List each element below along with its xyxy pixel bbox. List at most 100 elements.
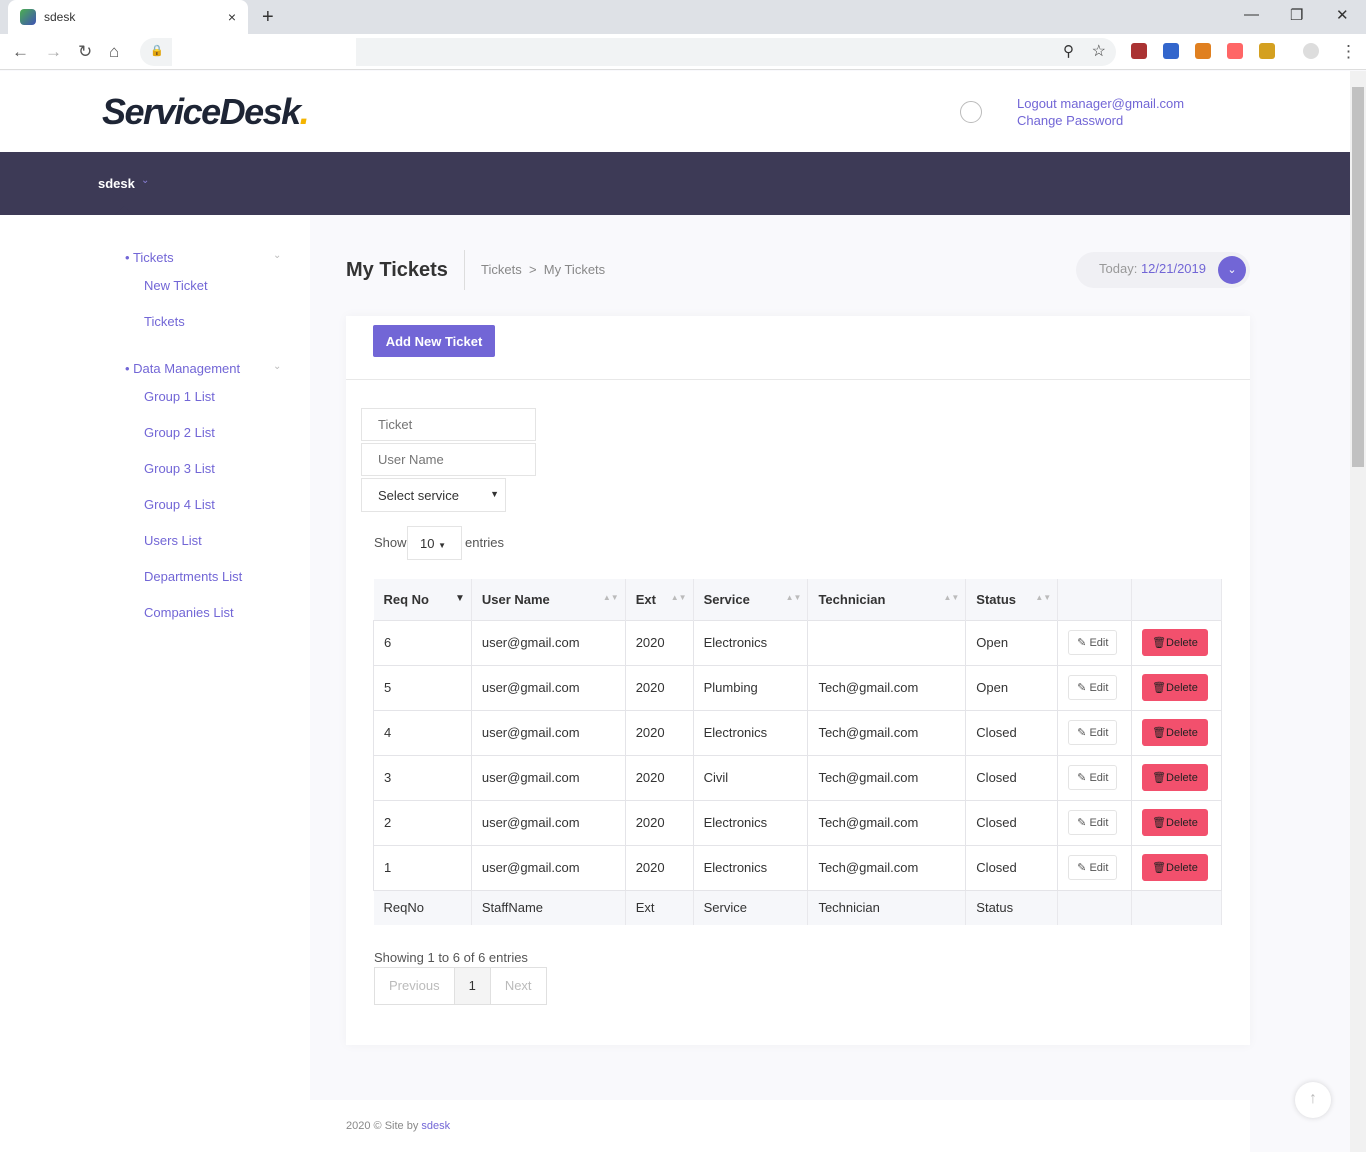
pencil-icon: ✎ xyxy=(1077,727,1087,739)
notification-icon[interactable] xyxy=(960,101,982,123)
maximize-button[interactable]: ❐ xyxy=(1290,6,1303,24)
breadcrumb-tickets[interactable]: Tickets xyxy=(481,262,522,277)
edit-button[interactable]: ✎ Edit xyxy=(1068,675,1118,700)
table-cell: Closed xyxy=(965,844,1059,891)
column-header[interactable]: User Name ▲▼ xyxy=(471,579,626,620)
sidebar-item-group-2[interactable]: Group 2 List xyxy=(144,425,215,440)
footer-cell: Service xyxy=(693,890,809,925)
footer-cell: Technician xyxy=(807,890,967,925)
delete-button[interactable]: 🗑Delete xyxy=(1142,719,1208,746)
download-extension-icon[interactable] xyxy=(1195,43,1211,59)
zoom-icon[interactable]: ⚲ xyxy=(1063,42,1074,60)
breadcrumb: Tickets > My Tickets xyxy=(481,262,606,277)
add-new-ticket-button[interactable]: Add New Ticket xyxy=(373,325,495,357)
show-label: Show xyxy=(374,535,407,550)
extension-icon[interactable] xyxy=(1259,43,1275,59)
edit-button[interactable]: ✎ Edit xyxy=(1068,810,1118,835)
tab-title: sdesk xyxy=(44,10,76,24)
sidebar-item-group-4[interactable]: Group 4 List xyxy=(144,497,215,512)
browser-tab[interactable]: sdesk × xyxy=(8,0,248,34)
footer-cell xyxy=(1131,890,1222,925)
extension-icon[interactable] xyxy=(1163,43,1179,59)
table-row: 3 user@gmail.com 2020 Civil Tech@gmail.com Cl… xyxy=(373,754,1222,801)
logout-link[interactable]: Logout manager@gmail.com xyxy=(1017,95,1184,112)
column-header[interactable]: Req No ▼ xyxy=(373,579,472,620)
tickets-card: Add New Ticket Select service▼ Show 10 ▼… xyxy=(346,316,1250,1045)
extension-icon[interactable] xyxy=(1227,43,1243,59)
new-tab-button[interactable]: + xyxy=(262,6,274,29)
delete-button[interactable]: 🗑Delete xyxy=(1142,674,1208,701)
home-icon[interactable]: ⌂ xyxy=(109,42,119,62)
chevron-down-icon[interactable]: ⌄ xyxy=(1218,256,1246,284)
address-bar[interactable]: 🔒 ⚲ ☆ xyxy=(140,38,1116,66)
table-cell: Tech@gmail.com xyxy=(807,844,967,891)
pencil-icon: ✎ xyxy=(1077,637,1087,649)
table-cell: Tech@gmail.com xyxy=(807,799,967,846)
table-cell: Tech@gmail.com xyxy=(807,754,967,801)
chevron-down-icon[interactable]: ⌄ xyxy=(141,175,149,186)
ticket-filter-input[interactable] xyxy=(361,408,536,441)
column-header[interactable]: Service ▲▼ xyxy=(693,579,809,620)
sidebar-item-group-3[interactable]: Group 3 List xyxy=(144,461,215,476)
previous-button[interactable]: Previous xyxy=(375,968,455,1004)
change-password-link[interactable]: Change Password xyxy=(1017,112,1184,129)
delete-button[interactable]: 🗑Delete xyxy=(1142,764,1208,791)
table-cell: 2020 xyxy=(624,844,694,891)
delete-button[interactable]: 🗑Delete xyxy=(1142,629,1208,656)
sidebar-item-new-ticket[interactable]: New Ticket xyxy=(144,278,208,293)
tab-close-icon[interactable]: × xyxy=(228,9,236,25)
column-header[interactable]: Ext ▲▼ xyxy=(625,579,694,620)
top-navbar: sdesk ⌄ xyxy=(0,152,1350,235)
sidebar-item-companies[interactable]: Companies List xyxy=(144,605,234,620)
pencil-icon: ✎ xyxy=(1077,817,1087,829)
table-cell: 4 xyxy=(373,709,472,756)
table-row: 4 user@gmail.com 2020 Electronics Tech@gmail… xyxy=(373,709,1222,756)
table-cell: 2020 xyxy=(624,619,694,666)
pdf-extension-icon[interactable] xyxy=(1131,43,1147,59)
scrollbar[interactable] xyxy=(1350,71,1366,1152)
table-row: 2 user@gmail.com 2020 Electronics Tech@gmail… xyxy=(373,799,1222,846)
delete-button[interactable]: 🗑Delete xyxy=(1142,854,1208,881)
chevron-down-icon: ⌄ xyxy=(273,250,282,261)
table-cell: Tech@gmail.com xyxy=(807,664,967,711)
reload-icon[interactable]: ↻ xyxy=(78,42,92,62)
column-header[interactable]: Technician ▲▼ xyxy=(807,579,967,620)
edit-button[interactable]: ✎ Edit xyxy=(1068,630,1118,655)
forward-icon[interactable]: → xyxy=(45,42,62,62)
close-window-button[interactable]: ✕ xyxy=(1336,6,1349,24)
service-select[interactable]: Select service ▼ xyxy=(361,478,506,512)
profile-avatar[interactable] xyxy=(1303,43,1319,59)
next-button[interactable]: Next xyxy=(491,968,546,1004)
sidebar-section-data-management[interactable]: • Data Management ⌄ xyxy=(125,361,281,376)
page-length-select[interactable]: 10 ▼ xyxy=(407,526,462,560)
servicedesk-logo[interactable]: ServiceDesk. xyxy=(102,91,310,133)
minimize-button[interactable]: — xyxy=(1244,6,1259,23)
trash-icon: 🗑 xyxy=(1152,817,1167,829)
browser-menu-icon[interactable]: ⋮ xyxy=(1340,42,1357,62)
pencil-icon: ✎ xyxy=(1077,682,1087,694)
edit-button[interactable]: ✎ Edit xyxy=(1068,855,1118,880)
delete-button[interactable]: 🗑Delete xyxy=(1142,809,1208,836)
table-cell: Electronics xyxy=(692,619,809,666)
bookmark-star-icon[interactable]: ☆ xyxy=(1092,41,1106,61)
footer-cell xyxy=(1057,890,1133,925)
sidebar-item-departments[interactable]: Departments List xyxy=(144,569,242,584)
sidebar-item-tickets[interactable]: Tickets xyxy=(144,314,185,329)
sidebar-item-group-1[interactable]: Group 1 List xyxy=(144,389,215,404)
footer-link[interactable]: sdesk xyxy=(421,1120,450,1132)
page-1-button[interactable]: 1 xyxy=(454,968,491,1004)
column-header xyxy=(1131,579,1222,620)
table-info: Showing 1 to 6 of 6 entries xyxy=(374,950,528,965)
sidebar-section-tickets[interactable]: • Tickets ⌄ xyxy=(125,250,281,265)
sidebar-item-users[interactable]: Users List xyxy=(144,533,202,548)
scroll-to-top-button[interactable]: ↑ xyxy=(1295,1082,1331,1118)
edit-button[interactable]: ✎ Edit xyxy=(1068,765,1118,790)
table-row: 5 user@gmail.com 2020 Plumbing Tech@gmail.co… xyxy=(373,664,1222,711)
table-cell: user@gmail.com xyxy=(470,709,626,756)
table-cell: Open xyxy=(965,619,1059,666)
column-header[interactable]: Status ▲▼ xyxy=(965,579,1059,620)
sdesk-menu[interactable]: sdesk xyxy=(98,176,135,191)
back-icon[interactable]: ← xyxy=(12,42,29,62)
edit-button[interactable]: ✎ Edit xyxy=(1068,720,1118,745)
username-filter-input[interactable] xyxy=(361,443,536,476)
